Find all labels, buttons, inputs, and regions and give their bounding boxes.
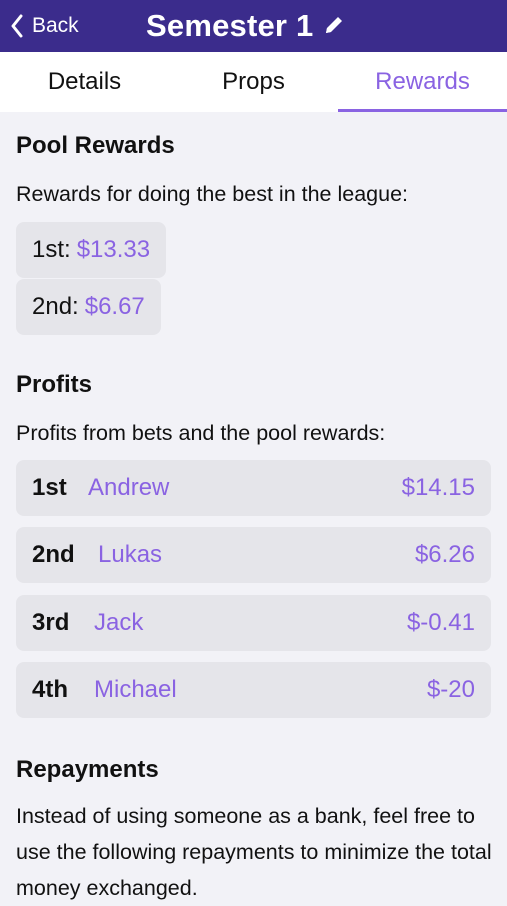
profit-amount: $-0.41 — [406, 609, 475, 636]
profit-rank: 4th — [32, 676, 68, 703]
chevron-left-icon — [10, 14, 24, 38]
profit-name: Andrew — [88, 474, 170, 501]
tab-bar: Details Props Rewards — [0, 52, 507, 112]
profit-row: 3rd Jack $-0.41 — [16, 595, 491, 651]
profit-row: 1st Andrew $14.15 — [16, 460, 491, 516]
nav-bar: Back Semester 1 — [0, 0, 507, 52]
profit-name: Lukas — [98, 541, 163, 568]
pool-reward-chip: 2nd: $6.67 — [16, 279, 161, 335]
profit-row: 4th Michael $-20 — [16, 662, 491, 718]
tab-details[interactable]: Details — [0, 52, 169, 112]
tab-rewards[interactable]: Rewards — [338, 52, 507, 112]
back-button[interactable]: Back — [10, 0, 79, 52]
pool-rewards-description: Rewards for doing the best in the league… — [16, 182, 409, 206]
title-text: Semester 1 — [146, 8, 314, 43]
rewards-content: Pool Rewards Rewards for doing the best … — [0, 112, 507, 900]
repayments-heading: Repayments — [16, 756, 159, 783]
profit-amount: $6.26 — [414, 541, 475, 568]
pool-reward-amount: $13.33 — [76, 236, 151, 263]
back-label: Back — [32, 14, 79, 37]
pool-reward-place: 1st: — [32, 236, 71, 263]
pool-reward-amount: $6.67 — [84, 293, 145, 320]
profit-rank: 1st — [32, 474, 67, 501]
profits-description: Profits from bets and the pool rewards: — [16, 421, 386, 445]
tab-props[interactable]: Props — [169, 52, 338, 112]
profits-heading: Profits — [16, 371, 93, 398]
page-title: Semester 1 — [146, 0, 345, 52]
profit-amount: $-20 — [426, 676, 475, 703]
pool-reward-place: 2nd: — [32, 293, 79, 320]
profit-row: 2nd Lukas $6.26 — [16, 527, 491, 583]
pool-reward-chip: 1st: $13.33 — [16, 222, 167, 278]
profit-rank: 2nd — [32, 541, 75, 568]
pencil-icon[interactable] — [323, 8, 345, 44]
profit-rank: 3rd — [32, 609, 70, 636]
profit-name: Michael — [94, 676, 177, 703]
pool-rewards-heading: Pool Rewards — [16, 132, 175, 159]
profit-name: Jack — [94, 609, 144, 636]
profit-amount: $14.15 — [401, 474, 475, 501]
repayments-description: Instead of using someone as a bank, feel… — [16, 804, 492, 900]
